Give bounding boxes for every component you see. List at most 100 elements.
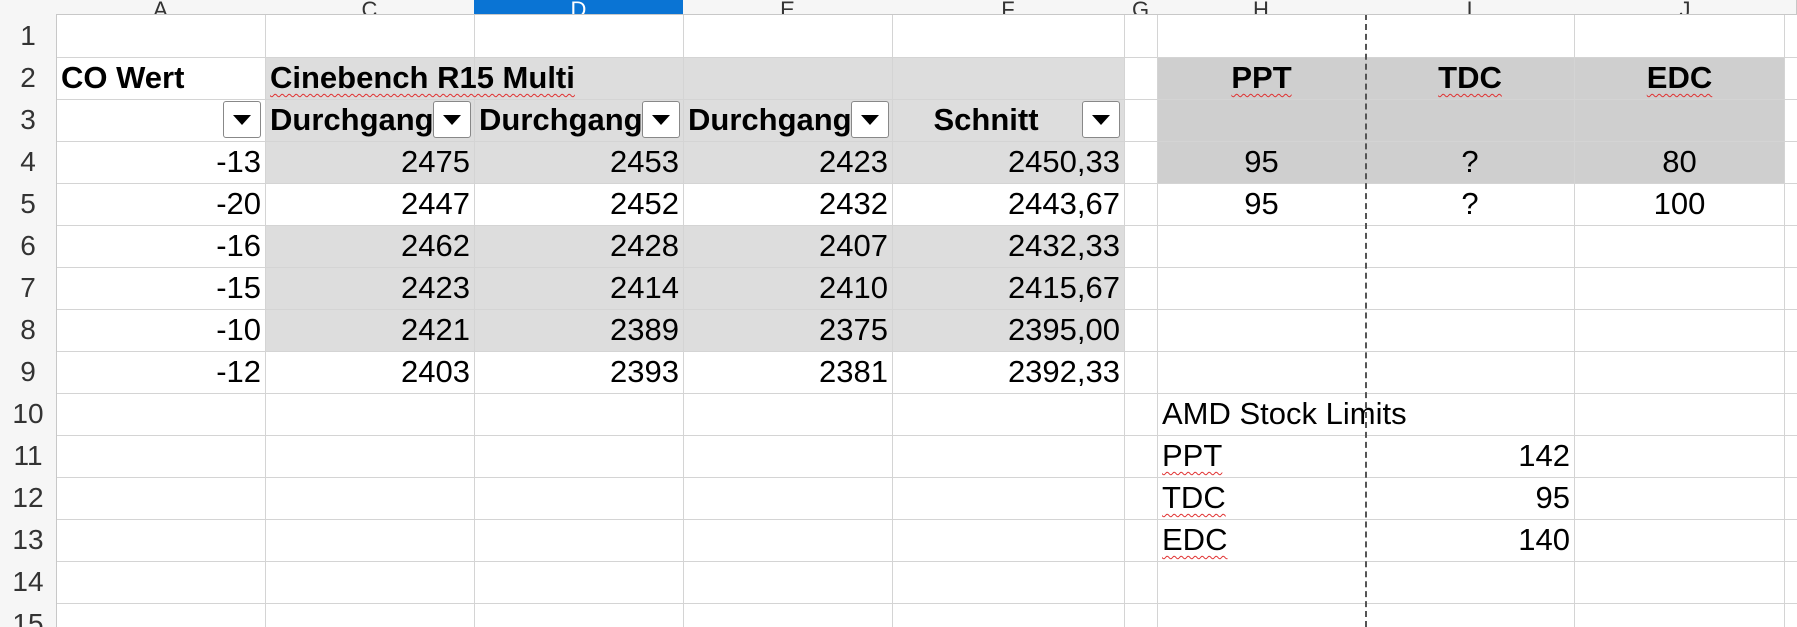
column-header-a[interactable]: A (56, 0, 266, 15)
autofilter-dropdown-c[interactable] (433, 101, 471, 138)
row-header[interactable]: 12 (0, 477, 57, 520)
column-header-e[interactable]: E (683, 0, 893, 15)
gridline-v (1574, 14, 1575, 627)
column-header-i[interactable]: I (1365, 0, 1575, 15)
cell-durchgang-3[interactable]: 2423 (684, 141, 892, 183)
cell-schnitt[interactable]: 2415,67 (893, 267, 1124, 309)
stock-limit-label-tdc[interactable]: TDC (1158, 477, 1365, 519)
row-number: 15 (12, 607, 44, 627)
limits-header-tdc-text: TDC (1438, 60, 1502, 95)
stock-limit-label-text: TDC (1162, 480, 1226, 515)
row-header[interactable]: 6 (0, 225, 57, 268)
row-header[interactable]: 1 (0, 14, 57, 58)
stock-limit-label-text: EDC (1162, 522, 1228, 557)
cell-durchgang-3[interactable]: 2381 (684, 351, 892, 393)
row-header[interactable]: 14 (0, 561, 57, 604)
cell-durchgang-2[interactable]: 2452 (475, 183, 683, 225)
column-header-f[interactable]: F (892, 0, 1125, 15)
cell-co[interactable]: -16 (57, 225, 265, 267)
chevron-down-icon (861, 114, 879, 125)
cell-durchgang-1[interactable]: 2462 (266, 225, 474, 267)
cell-durchgang-3[interactable]: 2375 (684, 309, 892, 351)
cell-durchgang-3[interactable]: 2410 (684, 267, 892, 309)
column-header-g[interactable]: G (1124, 0, 1158, 15)
row-header[interactable]: 3 (0, 99, 57, 142)
stock-limit-label-ppt[interactable]: PPT (1158, 435, 1365, 477)
sub-header-durchgang-1[interactable]: Durchgang (266, 99, 436, 141)
limits-cell-edc[interactable]: 80 (1575, 141, 1784, 183)
row-header[interactable]: 13 (0, 519, 57, 562)
row-header[interactable]: 15 (0, 603, 57, 627)
co-wert-header[interactable]: CO Wert (57, 57, 265, 99)
limits-header-tdc[interactable]: TDC (1366, 57, 1574, 99)
cell-schnitt[interactable]: 2395,00 (893, 309, 1124, 351)
row-header[interactable]: 5 (0, 183, 57, 226)
autofilter-dropdown-e[interactable] (851, 101, 889, 138)
limits-cell-tdc[interactable]: ? (1366, 183, 1574, 225)
cell-durchgang-2[interactable]: 2393 (475, 351, 683, 393)
cell-durchgang-3[interactable]: 2407 (684, 225, 892, 267)
spreadsheet: A C D E F G H I J 1 2 3 4 5 6 7 8 9 10 1… (0, 0, 1797, 627)
autofilter-dropdown-a[interactable] (223, 101, 261, 138)
cell-schnitt[interactable]: 2432,33 (893, 225, 1124, 267)
row-header[interactable]: 8 (0, 309, 57, 352)
limits-cell-ppt[interactable]: 95 (1158, 141, 1365, 183)
limits-header-edc[interactable]: EDC (1575, 57, 1784, 99)
select-all-corner[interactable] (0, 0, 57, 15)
row-header[interactable]: 11 (0, 435, 57, 478)
cell-durchgang-3[interactable]: 2432 (684, 183, 892, 225)
chevron-down-icon (443, 114, 461, 125)
cell-durchgang-2[interactable]: 2453 (475, 141, 683, 183)
stock-limit-value-edc[interactable]: 140 (1366, 519, 1574, 561)
row-number: 5 (20, 188, 36, 219)
cell-schnitt[interactable]: 2392,33 (893, 351, 1124, 393)
cell-durchgang-2[interactable]: 2389 (475, 309, 683, 351)
cell-durchgang-1[interactable]: 2403 (266, 351, 474, 393)
sub-header-schnitt[interactable]: Schnitt (893, 99, 1105, 141)
sub-header-durchgang-3[interactable]: Durchgang (684, 99, 854, 141)
gridline-h (56, 603, 1797, 604)
cell-durchgang-2[interactable]: 2414 (475, 267, 683, 309)
column-label: A (153, 0, 168, 15)
column-header-j[interactable]: J (1574, 0, 1797, 15)
limits-cell-tdc[interactable]: ? (1366, 141, 1574, 183)
cell-co[interactable]: -20 (57, 183, 265, 225)
limits-cell-edc[interactable]: 100 (1575, 183, 1784, 225)
stock-limit-value-ppt[interactable]: 142 (1366, 435, 1574, 477)
cell-schnitt[interactable]: 2450,33 (893, 141, 1124, 183)
stock-limit-label-edc[interactable]: EDC (1158, 519, 1365, 561)
row-number: 13 (12, 524, 44, 555)
row-header[interactable]: 10 (0, 393, 57, 436)
column-header-c[interactable]: C (265, 0, 475, 15)
row-header[interactable]: 2 (0, 57, 57, 100)
gridline-h (56, 561, 1797, 562)
amd-stock-limits-title[interactable]: AMD Stock Limits (1158, 393, 1578, 435)
chevron-down-icon (652, 114, 670, 125)
column-header-h[interactable]: H (1157, 0, 1366, 15)
stock-limit-value-tdc[interactable]: 95 (1366, 477, 1574, 519)
cell-co[interactable]: -10 (57, 309, 265, 351)
cell-durchgang-2[interactable]: 2428 (475, 225, 683, 267)
row-header[interactable]: 7 (0, 267, 57, 310)
column-header-d-selected[interactable]: D (474, 0, 684, 15)
cell-durchgang-1[interactable]: 2421 (266, 309, 474, 351)
sub-header-durchgang-2[interactable]: Durchgang (475, 99, 645, 141)
column-label: C (361, 0, 378, 15)
cell-durchgang-1[interactable]: 2423 (266, 267, 474, 309)
cell-durchgang-1[interactable]: 2475 (266, 141, 474, 183)
limits-header-ppt[interactable]: PPT (1158, 57, 1365, 99)
row-number: 4 (20, 146, 36, 177)
column-label: E (780, 0, 795, 15)
autofilter-dropdown-f[interactable] (1082, 101, 1120, 138)
cell-co[interactable]: -12 (57, 351, 265, 393)
row-header[interactable]: 9 (0, 351, 57, 394)
cell-co[interactable]: -15 (57, 267, 265, 309)
cinebench-header[interactable]: Cinebench R15 Multi (266, 57, 886, 99)
cell-co[interactable]: -13 (57, 141, 265, 183)
cell-durchgang-1[interactable]: 2447 (266, 183, 474, 225)
cell-schnitt[interactable]: 2443,67 (893, 183, 1124, 225)
row-header[interactable]: 4 (0, 141, 57, 184)
limits-cell-ppt[interactable]: 95 (1158, 183, 1365, 225)
row-number: 8 (20, 314, 36, 345)
autofilter-dropdown-d[interactable] (642, 101, 680, 138)
